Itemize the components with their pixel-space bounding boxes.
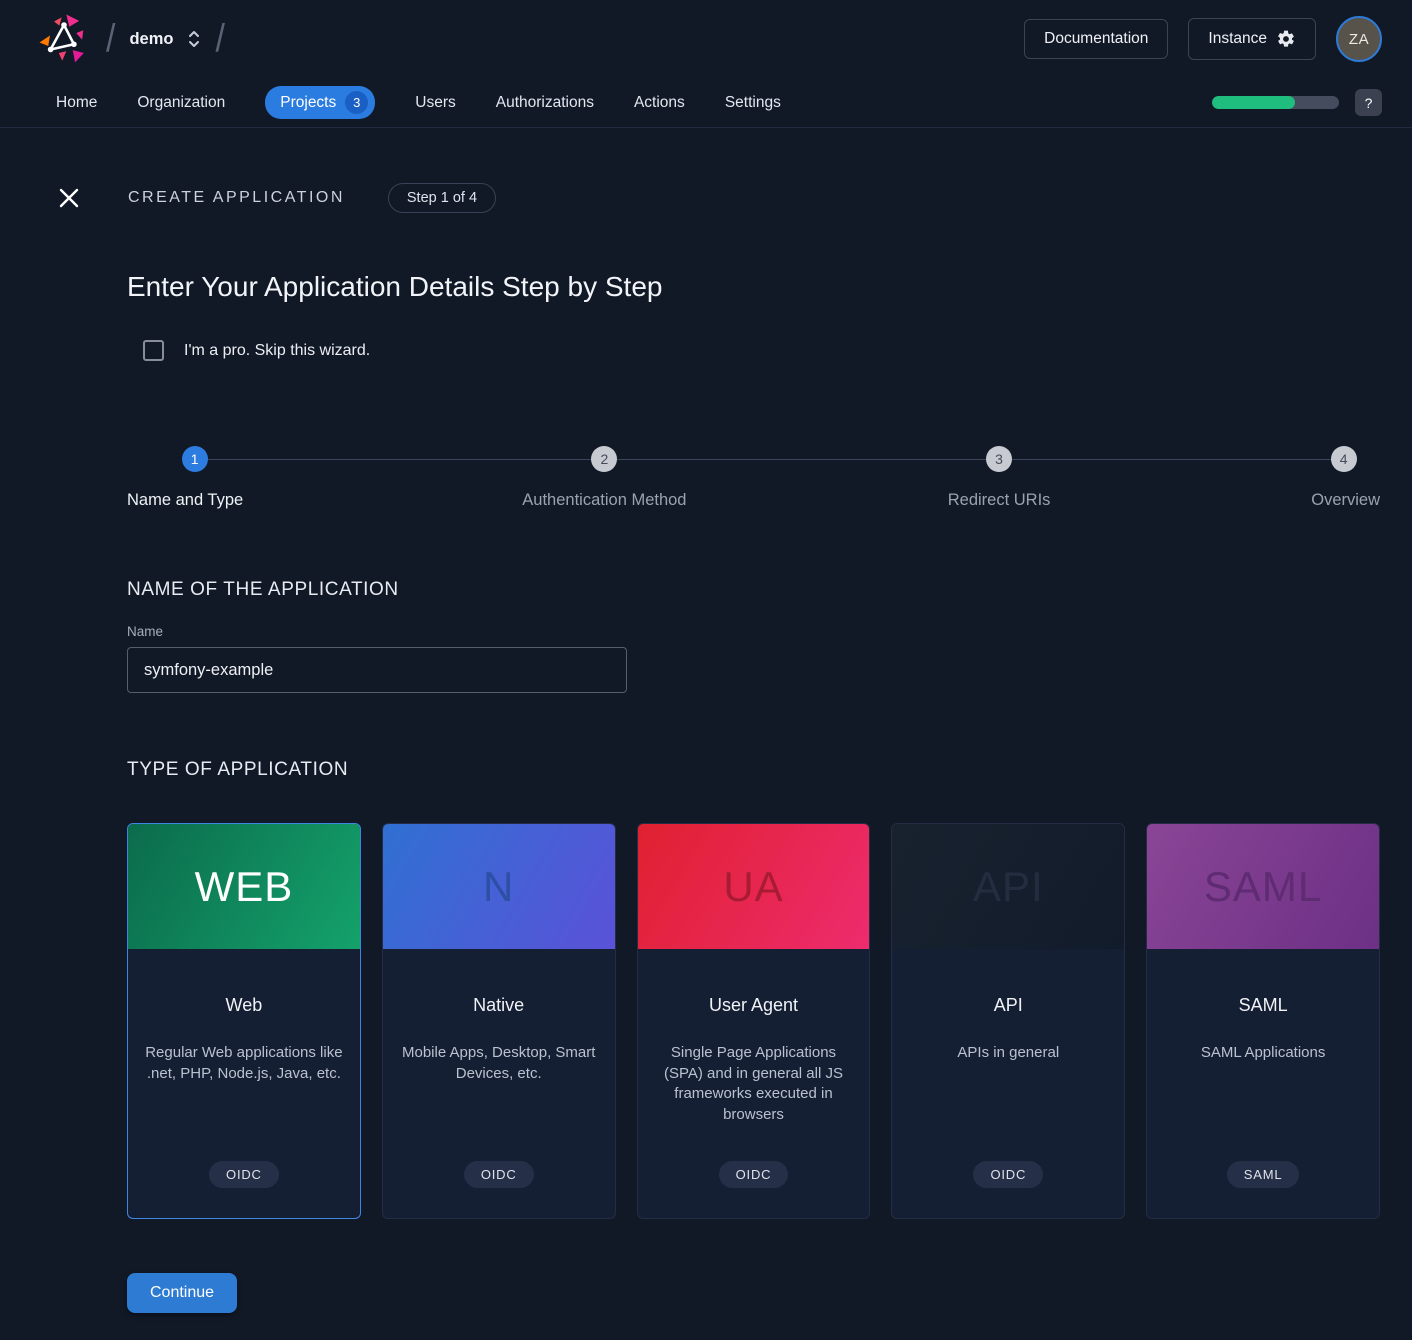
card-saml-description: SAML Applications bbox=[1201, 1043, 1326, 1064]
nav-item-projects[interactable]: Projects 3 bbox=[265, 86, 375, 119]
card-native-title: Native bbox=[473, 995, 524, 1016]
documentation-label: Documentation bbox=[1044, 30, 1148, 48]
nav-item-settings[interactable]: Settings bbox=[725, 94, 781, 112]
nav-item-users[interactable]: Users bbox=[415, 94, 455, 112]
instance-label: Instance bbox=[1208, 30, 1267, 48]
card-user-agent-description: Single Page Applications (SPA) and in ge… bbox=[651, 1043, 857, 1126]
close-button[interactable] bbox=[57, 186, 81, 210]
page-title: Enter Your Application Details Step by S… bbox=[127, 271, 1380, 303]
card-app-type-native[interactable]: N Native Mobile Apps, Desktop, Smart Dev… bbox=[382, 823, 616, 1219]
card-user-agent-letter: UA bbox=[723, 863, 783, 911]
top-bar: / demo / Documentation Instance ZA bbox=[0, 0, 1412, 78]
card-saml-protocol-badge: SAML bbox=[1227, 1161, 1300, 1188]
card-app-type-api[interactable]: API API APIs in general OIDC bbox=[891, 823, 1125, 1219]
card-saml-letter: SAML bbox=[1204, 863, 1322, 911]
step-indicator-badge: Step 1 of 4 bbox=[388, 183, 496, 213]
card-saml-header: SAML bbox=[1147, 824, 1379, 949]
continue-button[interactable]: Continue bbox=[127, 1273, 237, 1313]
help-button[interactable]: ? bbox=[1355, 89, 1382, 116]
card-saml-title: SAML bbox=[1239, 995, 1288, 1016]
card-app-type-saml[interactable]: SAML SAML SAML Applications SAML bbox=[1146, 823, 1380, 1219]
card-native-description: Mobile Apps, Desktop, Smart Devices, etc… bbox=[396, 1043, 602, 1084]
nav-item-authorizations[interactable]: Authorizations bbox=[496, 94, 594, 112]
card-api-header: API bbox=[892, 824, 1124, 949]
usage-progress-fill bbox=[1212, 96, 1295, 109]
step-circle-2: 2 bbox=[591, 446, 617, 472]
card-api-letter: API bbox=[973, 863, 1044, 911]
wizard-kicker: CREATE APPLICATION bbox=[128, 189, 345, 207]
card-web-protocol-badge: OIDC bbox=[209, 1161, 279, 1188]
top-bar-actions: Documentation Instance ZA bbox=[1024, 16, 1382, 62]
close-icon bbox=[57, 186, 81, 210]
card-web-description: Regular Web applications like .net, PHP,… bbox=[141, 1043, 347, 1084]
card-api-protocol-badge: OIDC bbox=[973, 1161, 1043, 1188]
breadcrumb-separator: / bbox=[215, 17, 224, 62]
skip-wizard-row: I'm a pro. Skip this wizard. bbox=[143, 340, 1380, 361]
skip-wizard-checkbox[interactable] bbox=[143, 340, 164, 361]
card-native-header: N bbox=[383, 824, 615, 949]
step-circle-1: 1 bbox=[182, 446, 208, 472]
usage-progress-bar bbox=[1212, 96, 1339, 109]
project-name: demo bbox=[129, 30, 173, 49]
wizard-stepper: 1 2 3 4 bbox=[127, 446, 1380, 472]
card-user-agent-header: UA bbox=[638, 824, 870, 949]
card-native-letter: N bbox=[483, 863, 514, 911]
step-label-name-and-type: Name and Type bbox=[127, 491, 243, 510]
step-label-overview: Overview bbox=[1311, 491, 1380, 510]
skip-wizard-label[interactable]: I'm a pro. Skip this wizard. bbox=[184, 342, 370, 360]
card-app-type-web[interactable]: WEB Web Regular Web applications like .n… bbox=[127, 823, 361, 1219]
card-user-agent-title: User Agent bbox=[709, 995, 798, 1016]
stepper-line bbox=[195, 459, 1344, 460]
step-label-redirect-uris: Redirect URIs bbox=[948, 491, 1051, 510]
stepper-labels: Name and Type Authentication Method Redi… bbox=[127, 491, 1380, 513]
card-api-description: APIs in general bbox=[957, 1043, 1059, 1064]
application-name-input[interactable] bbox=[127, 647, 627, 693]
nav-item-projects-label: Projects bbox=[280, 94, 336, 112]
section-name-of-application: NAME OF THE APPLICATION bbox=[127, 579, 1380, 601]
card-native-protocol-badge: OIDC bbox=[464, 1161, 534, 1188]
card-web-header: WEB bbox=[128, 824, 360, 949]
card-web-title: Web bbox=[226, 995, 263, 1016]
instance-button[interactable]: Instance bbox=[1188, 18, 1316, 60]
step-circle-4: 4 bbox=[1331, 446, 1357, 472]
chevron-updown-icon bbox=[187, 29, 201, 49]
user-avatar[interactable]: ZA bbox=[1336, 16, 1382, 62]
gear-icon bbox=[1276, 29, 1296, 49]
main-nav: Home Organization Projects 3 Users Autho… bbox=[0, 78, 1412, 128]
avatar-initials: ZA bbox=[1349, 31, 1369, 48]
application-type-cards: WEB Web Regular Web applications like .n… bbox=[127, 823, 1380, 1219]
create-application-panel: CREATE APPLICATION Step 1 of 4 Enter You… bbox=[0, 183, 1412, 1313]
section-type-of-application: TYPE OF APPLICATION bbox=[127, 759, 1380, 781]
nav-item-actions[interactable]: Actions bbox=[634, 94, 685, 112]
step-circle-3: 3 bbox=[986, 446, 1012, 472]
step-label-authentication-method: Authentication Method bbox=[522, 491, 686, 510]
project-switcher[interactable]: demo bbox=[129, 29, 201, 49]
card-web-letter: WEB bbox=[195, 863, 294, 911]
name-field-label: Name bbox=[127, 624, 1380, 639]
projects-count-badge: 3 bbox=[345, 91, 368, 114]
card-api-title: API bbox=[994, 995, 1023, 1016]
card-user-agent-protocol-badge: OIDC bbox=[719, 1161, 789, 1188]
nav-item-home[interactable]: Home bbox=[56, 94, 97, 112]
documentation-button[interactable]: Documentation bbox=[1024, 19, 1168, 59]
nav-item-organization[interactable]: Organization bbox=[137, 94, 225, 112]
zitadel-logo-icon[interactable] bbox=[36, 11, 92, 67]
breadcrumb-separator: / bbox=[106, 17, 115, 62]
card-app-type-user-agent[interactable]: UA User Agent Single Page Applications (… bbox=[637, 823, 871, 1219]
